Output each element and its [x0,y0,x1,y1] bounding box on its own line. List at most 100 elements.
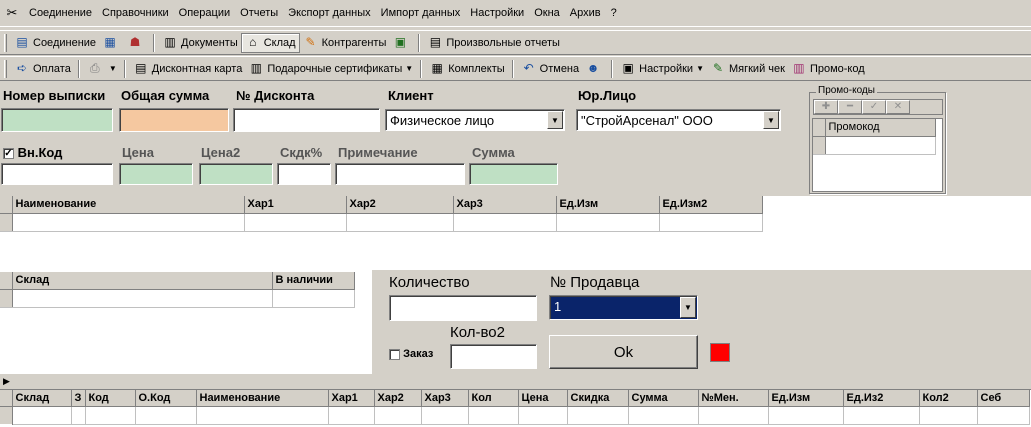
ok-button[interactable]: Ok [549,335,698,369]
menu-connection[interactable]: Соединение [24,7,97,19]
doc-col-name[interactable]: Наименование [196,390,329,407]
toolbar-grip[interactable] [4,33,7,52]
money-button[interactable]: ▣ [389,33,414,53]
settings-button[interactable]: ▣ Настройки ▼ [617,59,707,79]
statement-no-field[interactable] [1,108,113,132]
menu-operations[interactable]: Операции [174,7,235,19]
doc-col-unit[interactable]: Ед.Изм [768,390,844,407]
money-icon: ▣ [394,35,407,49]
menu-reports[interactable]: Отчеты [235,7,283,19]
warehouse-button[interactable]: ⌂ Склад [240,32,300,53]
doc-col-char2[interactable]: Хар2 [374,390,422,407]
doc-col-discount[interactable]: Скидка [567,390,629,407]
minus-icon[interactable]: ━ [838,100,862,114]
table-row[interactable] [0,213,763,232]
menu-references[interactable]: Справочники [97,7,174,19]
table-row[interactable] [0,289,355,308]
contractors-button[interactable]: ✎ Контрагенты [300,33,390,53]
stock-col-available[interactable]: В наличии [272,272,355,290]
stock-col-warehouse[interactable]: Склад [12,272,273,290]
app-icon[interactable]: ✂ [4,5,20,21]
discount-no-input[interactable] [233,108,380,132]
sum-field[interactable] [469,163,558,185]
stock-grid[interactable]: Склад В наличии [0,272,356,314]
promo-codes-title: Промо-коды [816,85,877,96]
seller-select[interactable]: 1 ▼ [549,295,698,320]
doc-table[interactable]: Склад З Код О.Код Наименование Хар1 Хар2… [0,390,1030,425]
inner-code-checkbox-wrap[interactable]: ✓ Вн.Код [3,145,62,160]
goods-col-unit[interactable]: Ед.Изм [556,196,660,214]
goods-grid[interactable]: Наименование Хар1 Хар2 Хар3 Ед.Изм Ед.Из… [0,196,763,238]
promo-code-button[interactable]: ▥ Промо-код [788,59,868,79]
seller-value: 1 [554,299,562,314]
promo-column-header[interactable]: Промокод [825,119,936,137]
doc-col-char3[interactable]: Хар3 [421,390,469,407]
custom-reports-button[interactable]: ▤ Произвольные отчеты [424,33,563,53]
payment-button[interactable]: ➪ Оплата [11,59,74,79]
doc-col-ocode[interactable]: О.Код [135,390,197,407]
doc-col-code[interactable]: Код [85,390,136,407]
table-row[interactable] [813,136,936,155]
price-field[interactable] [119,163,193,185]
menu-import[interactable]: Импорт данных [376,7,466,19]
menu-archive[interactable]: Архив [565,7,606,19]
price2-field[interactable] [199,163,273,185]
discount-pct-input[interactable] [277,163,331,185]
menu-help[interactable]: ? [606,7,622,19]
goods-col-char3[interactable]: Хар3 [453,196,557,214]
sets-button[interactable]: ▦ Комплекты [426,59,507,79]
menu-settings[interactable]: Настройки [465,7,529,19]
menu-export[interactable]: Экспорт данных [283,7,375,19]
user-button[interactable]: ☻ [582,59,607,79]
doc-col-price[interactable]: Цена [518,390,568,407]
chevron-down-icon: ▼ [108,64,117,73]
plus-icon[interactable]: ✚ [814,100,838,114]
legal-entity-value: "СтройАрсенал" ООО [581,113,713,128]
documents-button[interactable]: ▥ Документы [159,33,241,53]
goods-col-char1[interactable]: Хар1 [244,196,347,214]
doc-col-manager[interactable]: №Мен. [698,390,769,407]
table-row[interactable] [0,406,1030,425]
doc-col-qty[interactable]: Кол [468,390,519,407]
doc-grid[interactable]: ▶ Склад З Код О.Код Наименование Хар1 Ха… [0,375,1031,427]
goods-col-unit2[interactable]: Ед.Изм2 [659,196,763,214]
client-select[interactable]: Физическое лицо ▼ [385,109,565,131]
soft-check-button[interactable]: ✎ Мягкий чек [707,59,788,79]
chevron-down-icon[interactable]: ▼ [763,111,779,129]
discount-card-button[interactable]: ▤ Дисконтная карта [130,59,246,79]
goods-col-name[interactable]: Наименование [12,196,245,214]
qty2-input[interactable] [450,344,537,369]
order-checkbox[interactable] [389,348,400,360]
play-icon[interactable]: ▶ [3,376,10,387]
total-sum-field[interactable] [119,108,229,132]
doc-col-z[interactable]: З [71,390,86,407]
doc-grid-toolbar: ▶ [0,375,1031,390]
chevron-down-icon[interactable]: ▼ [547,111,563,129]
doc-col-cost[interactable]: Себ [977,390,1030,407]
order-checkbox-wrap[interactable]: Заказ [389,348,433,360]
inner-code-checkbox[interactable]: ✓ [3,148,14,160]
cancel-button[interactable]: ↶ Отмена [518,59,582,79]
menu-windows[interactable]: Окна [529,7,565,19]
toolbar-grip[interactable] [4,59,7,78]
promo-grid[interactable]: Промокод [812,118,943,192]
doc-col-unit2[interactable]: Ед.Из2 [843,390,920,407]
legal-entity-select[interactable]: "СтройАрсенал" ООО ▼ [576,109,781,131]
users-button[interactable]: ☗ [124,33,149,53]
print-button[interactable]: ⎙ ▼ [84,59,120,79]
inner-code-input[interactable] [1,163,113,185]
connect-button[interactable]: ▤ Соединение [11,33,99,53]
gift-certificates-button[interactable]: ▥ Подарочные сертификаты ▼ [245,59,416,79]
note-input[interactable] [335,163,465,185]
quantity-input[interactable] [389,295,537,321]
check-icon[interactable]: ✓ [862,100,886,114]
close-icon[interactable]: ✕ [886,100,910,114]
doc-col-warehouse[interactable]: Склад [12,390,72,407]
doc-col-qty2[interactable]: Кол2 [919,390,978,407]
calendar-button[interactable]: ▦ [99,33,124,53]
gift-certificates-label: Подарочные сертификаты [267,62,403,75]
goods-col-char2[interactable]: Хар2 [346,196,454,214]
doc-col-char1[interactable]: Хар1 [328,390,375,407]
chevron-down-icon[interactable]: ▼ [680,297,696,318]
doc-col-sum[interactable]: Сумма [628,390,699,407]
